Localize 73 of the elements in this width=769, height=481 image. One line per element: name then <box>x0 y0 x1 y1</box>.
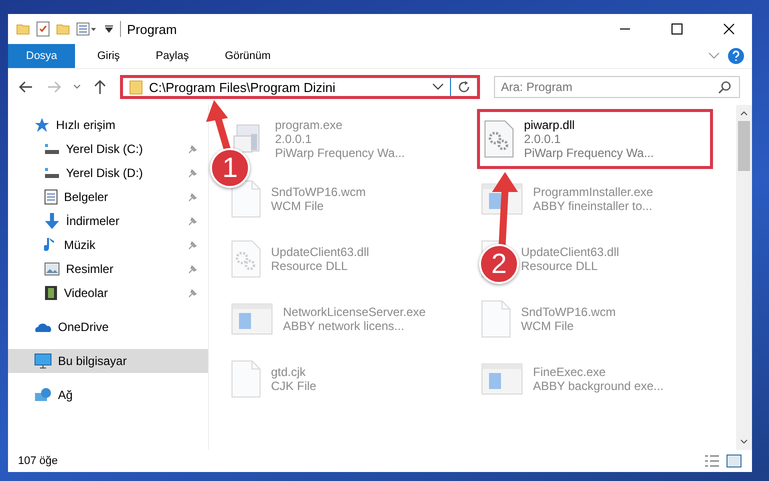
sidebar-item[interactable]: Müzik <box>8 233 208 257</box>
file-detail: WCM File <box>271 199 325 213</box>
sidebar-item[interactable]: Hızlı erişim <box>8 113 208 137</box>
file-detail: ABBY network licens... <box>283 319 406 333</box>
refresh-icon[interactable] <box>457 80 471 94</box>
ribbon-tab[interactable]: Görünüm <box>210 44 285 68</box>
drive-icon <box>44 166 60 180</box>
expand-ribbon-icon[interactable] <box>708 52 720 60</box>
document-icon <box>44 189 58 205</box>
network-icon <box>34 387 52 403</box>
pin-icon[interactable] <box>188 192 198 202</box>
search-field[interactable]: Ara: Program <box>494 76 740 98</box>
pin-icon[interactable] <box>188 168 198 178</box>
pin-icon[interactable] <box>188 288 198 298</box>
dropdown-caret-icon[interactable] <box>432 83 444 91</box>
blank-file-icon <box>231 180 261 218</box>
ribbon-tab[interactable]: Paylaş <box>142 44 203 68</box>
file-detail: Resource DLL <box>271 259 349 273</box>
ribbon-tab[interactable]: Giriş <box>83 44 134 68</box>
file-detail: 2.0.0.1 <box>275 132 313 146</box>
search-icon <box>718 80 732 94</box>
details-view-icon[interactable] <box>704 454 720 468</box>
file-detail: CJK File <box>271 379 316 393</box>
file-detail: Resource DLL <box>521 259 599 273</box>
file-name[interactable]: piwarp.dll <box>524 118 654 132</box>
checklist-icon[interactable] <box>36 21 50 37</box>
properties-icon[interactable] <box>76 22 98 36</box>
sidebar-item[interactable]: Ağ <box>8 383 208 407</box>
folder-icon <box>129 79 143 95</box>
file-detail: ABBY background exe... <box>533 379 664 393</box>
address-bar[interactable]: C:\Program Files\Program Dizini <box>120 75 480 99</box>
file-item[interactable]: piwarp.dll 2.0.0.1 PiWarp Frequency Wa... <box>477 109 713 169</box>
app-window-icon <box>231 303 273 335</box>
scroll-thumb[interactable] <box>738 121 750 171</box>
drive-icon <box>44 142 60 156</box>
sidebar-item[interactable]: Bu bilgisayar <box>8 349 208 373</box>
pin-icon[interactable] <box>188 144 198 154</box>
pin-icon[interactable] <box>188 240 198 250</box>
sidebar-item[interactable]: İndirmeler <box>8 209 208 233</box>
scrollbar[interactable] <box>736 105 752 450</box>
blank-file-icon <box>231 360 261 398</box>
blank-file-icon <box>481 300 511 338</box>
address-path: C:\Program Files\Program Dizini <box>149 80 336 94</box>
pin-icon[interactable] <box>188 216 198 226</box>
help-icon[interactable] <box>728 48 744 64</box>
ribbon-tab[interactable]: Dosya <box>8 44 76 68</box>
cloud-icon <box>34 321 52 333</box>
customize-arrow-icon[interactable] <box>104 24 114 34</box>
window-title: Program <box>127 22 177 36</box>
file-detail: ABBY fineinstaller to... <box>533 199 654 213</box>
file-detail: PiWarp Frequency Wa... <box>275 146 405 160</box>
sidebar-item[interactable]: Belgeler <box>8 185 208 209</box>
sidebar-item[interactable]: Videolar <box>8 281 208 305</box>
item-count: 107 öğe <box>18 455 58 467</box>
monitor-icon <box>34 353 52 369</box>
scroll-up-icon[interactable] <box>739 109 749 117</box>
gear-file-icon <box>231 240 261 278</box>
file-detail: PiWarp Frequency Wa... <box>524 146 654 160</box>
file-detail: 2.0.0.1 <box>524 132 562 146</box>
sidebar-item[interactable]: Yerel Disk (D:) <box>8 161 208 185</box>
app-window-icon <box>481 363 523 395</box>
sidebar-item[interactable]: Resimler <box>8 257 208 281</box>
sidebar-item[interactable]: OneDrive <box>8 315 208 339</box>
scroll-down-icon[interactable] <box>739 438 749 446</box>
gear-file-icon <box>484 120 514 158</box>
film-icon <box>44 285 58 301</box>
picture-icon <box>44 262 60 276</box>
pin-icon[interactable] <box>188 264 198 274</box>
file-detail: WCM File <box>521 319 575 333</box>
star-icon <box>34 117 50 133</box>
large-icons-view-icon[interactable] <box>726 454 742 468</box>
down-arrow-icon <box>44 212 60 230</box>
sidebar-item[interactable]: Yerel Disk (C:) <box>8 137 208 161</box>
